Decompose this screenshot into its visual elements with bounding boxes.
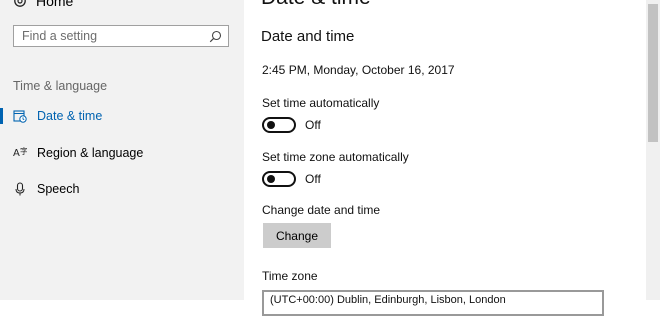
calendar-clock-icon — [13, 110, 27, 123]
toggle-knob — [267, 121, 275, 129]
timezone-label: Time zone — [262, 269, 318, 283]
scroll-thumb[interactable] — [648, 4, 658, 142]
gear-icon — [14, 0, 26, 7]
set-time-auto-state: Off — [305, 118, 321, 132]
active-indicator — [0, 108, 3, 124]
search-icon[interactable] — [209, 30, 222, 43]
svg-text:字: 字 — [20, 146, 27, 156]
language-icon: A 字 — [13, 146, 27, 159]
toggle-knob — [267, 175, 275, 183]
set-timezone-auto-toggle[interactable] — [262, 171, 296, 187]
sidebar: Home Time & language Date & time A 字 Reg… — [0, 0, 244, 300]
sidebar-item-label: Speech — [37, 182, 80, 196]
set-timezone-auto-state: Off — [305, 172, 321, 186]
sidebar-item-speech[interactable]: Speech — [0, 175, 244, 203]
svg-text:A: A — [13, 148, 20, 159]
microphone-icon — [15, 182, 25, 196]
sidebar-item-label: Region & language — [37, 146, 144, 160]
set-time-auto-toggle[interactable] — [262, 117, 296, 133]
home-link[interactable]: Home — [12, 0, 73, 10]
change-button[interactable]: Change — [263, 223, 331, 248]
main-content: Date & time Date and time 2:45 PM, Monda… — [244, 0, 646, 316]
search-input[interactable] — [14, 26, 207, 46]
sidebar-item-label: Date & time — [37, 109, 103, 123]
home-label: Home — [36, 0, 74, 9]
group-label: Time & language — [13, 79, 108, 93]
search-box — [13, 25, 229, 47]
page-title: Date & time — [261, 0, 371, 10]
set-timezone-auto-label: Set time zone automatically — [262, 150, 409, 164]
timezone-select[interactable]: (UTC+00:00) Dublin, Edinburgh, Lisbon, L… — [262, 290, 604, 316]
section-title: Date and time — [261, 28, 355, 45]
sidebar-item-region-language[interactable]: A 字 Region & language — [0, 139, 244, 167]
current-datetime: 2:45 PM, Monday, October 16, 2017 — [262, 63, 455, 77]
scrollbar[interactable] — [646, 0, 660, 300]
change-datetime-label: Change date and time — [262, 203, 381, 217]
set-time-auto-label: Set time automatically — [262, 96, 380, 110]
sidebar-item-date-time[interactable]: Date & time — [0, 102, 244, 130]
